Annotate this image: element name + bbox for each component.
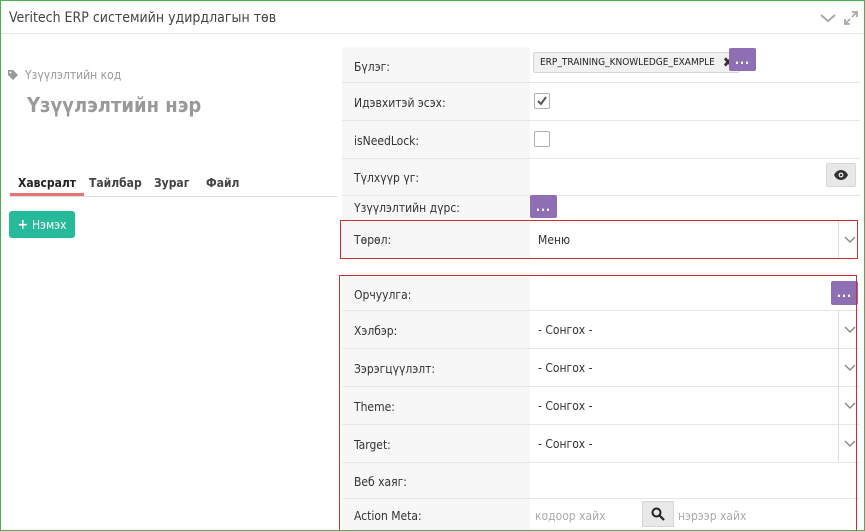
active-checkbox[interactable] (534, 93, 550, 109)
show-password-button[interactable] (826, 163, 856, 187)
add-button[interactable]: + Нэмэх (9, 211, 75, 238)
indicator-icon-button[interactable]: ... (530, 195, 557, 218)
keyword-input[interactable] (530, 159, 860, 195)
group-lookup-button[interactable]: ... (729, 48, 756, 71)
tab-description[interactable]: Тайлбар (89, 176, 142, 190)
group-value-cell: ERP_TRAINING_KNOWLEDGE_EXAMPLE ✖ ... (530, 47, 860, 82)
indicator-icon-label: Үзүүлэлтийн дүрс: (354, 201, 460, 215)
window-title: Veritech ERP системийн удирдлагын төв (9, 10, 277, 26)
options-highlight-box (339, 275, 857, 530)
indicator-code-label: Үзүүлэлтийн код (25, 68, 122, 82)
group-tag-text: ERP_TRAINING_KNOWLEDGE_EXAMPLE (540, 57, 715, 68)
expand-icon[interactable] (843, 10, 859, 26)
indicator-name-title: Үзүүлэлтийн нэр (27, 93, 202, 117)
active-value-cell (530, 83, 860, 120)
main-window: Veritech ERP системийн удирдлагын төв Үз… (0, 0, 865, 531)
eye-icon (834, 170, 848, 180)
type-highlight-box (340, 220, 858, 259)
keyword-row: Түлхүүр үг: (342, 159, 860, 196)
check-icon (537, 96, 547, 106)
group-tag: ERP_TRAINING_KNOWLEDGE_EXAMPLE ✖ (533, 52, 741, 73)
indicator-icon-row: Үзүүлэлтийн дүрс: ... (342, 195, 860, 220)
window-titlebar: Veritech ERP системийн удирдлагын төв (1, 1, 864, 34)
group-row: Бүлэг: ERP_TRAINING_KNOWLEDGE_EXAMPLE ✖ … (342, 47, 860, 83)
tab-file[interactable]: Файл (206, 176, 239, 190)
needlock-label: isNeedLock: (354, 134, 420, 148)
group-label: Бүлэг: (354, 60, 390, 74)
keyword-label: Түлхүүр үг: (354, 171, 420, 185)
needlock-row: isNeedLock: (342, 121, 860, 159)
chevron-down-icon[interactable] (819, 10, 836, 26)
indicator-icon-cell: ... (530, 195, 860, 220)
tab-attachment[interactable]: Хавсралт (9, 176, 85, 196)
attachment-tabs: Хавсралт Тайлбар Зураг Файл (9, 173, 337, 197)
tab-image[interactable]: Зураг (154, 176, 189, 190)
needlock-value-cell (530, 121, 860, 158)
tag-icon (8, 70, 18, 80)
indicator-code-row: Үзүүлэлтийн код (7, 68, 121, 82)
add-button-label: Нэмэх (32, 217, 67, 232)
active-label: Идэвхитэй эсэх: (354, 96, 446, 110)
needlock-checkbox[interactable] (534, 131, 550, 147)
active-row: Идэвхитэй эсэх: (342, 83, 860, 121)
plus-icon: + (17, 216, 29, 233)
left-panel: Үзүүлэлтийн код Үзүүлэлтийн нэр Хавсралт… (1, 35, 339, 530)
